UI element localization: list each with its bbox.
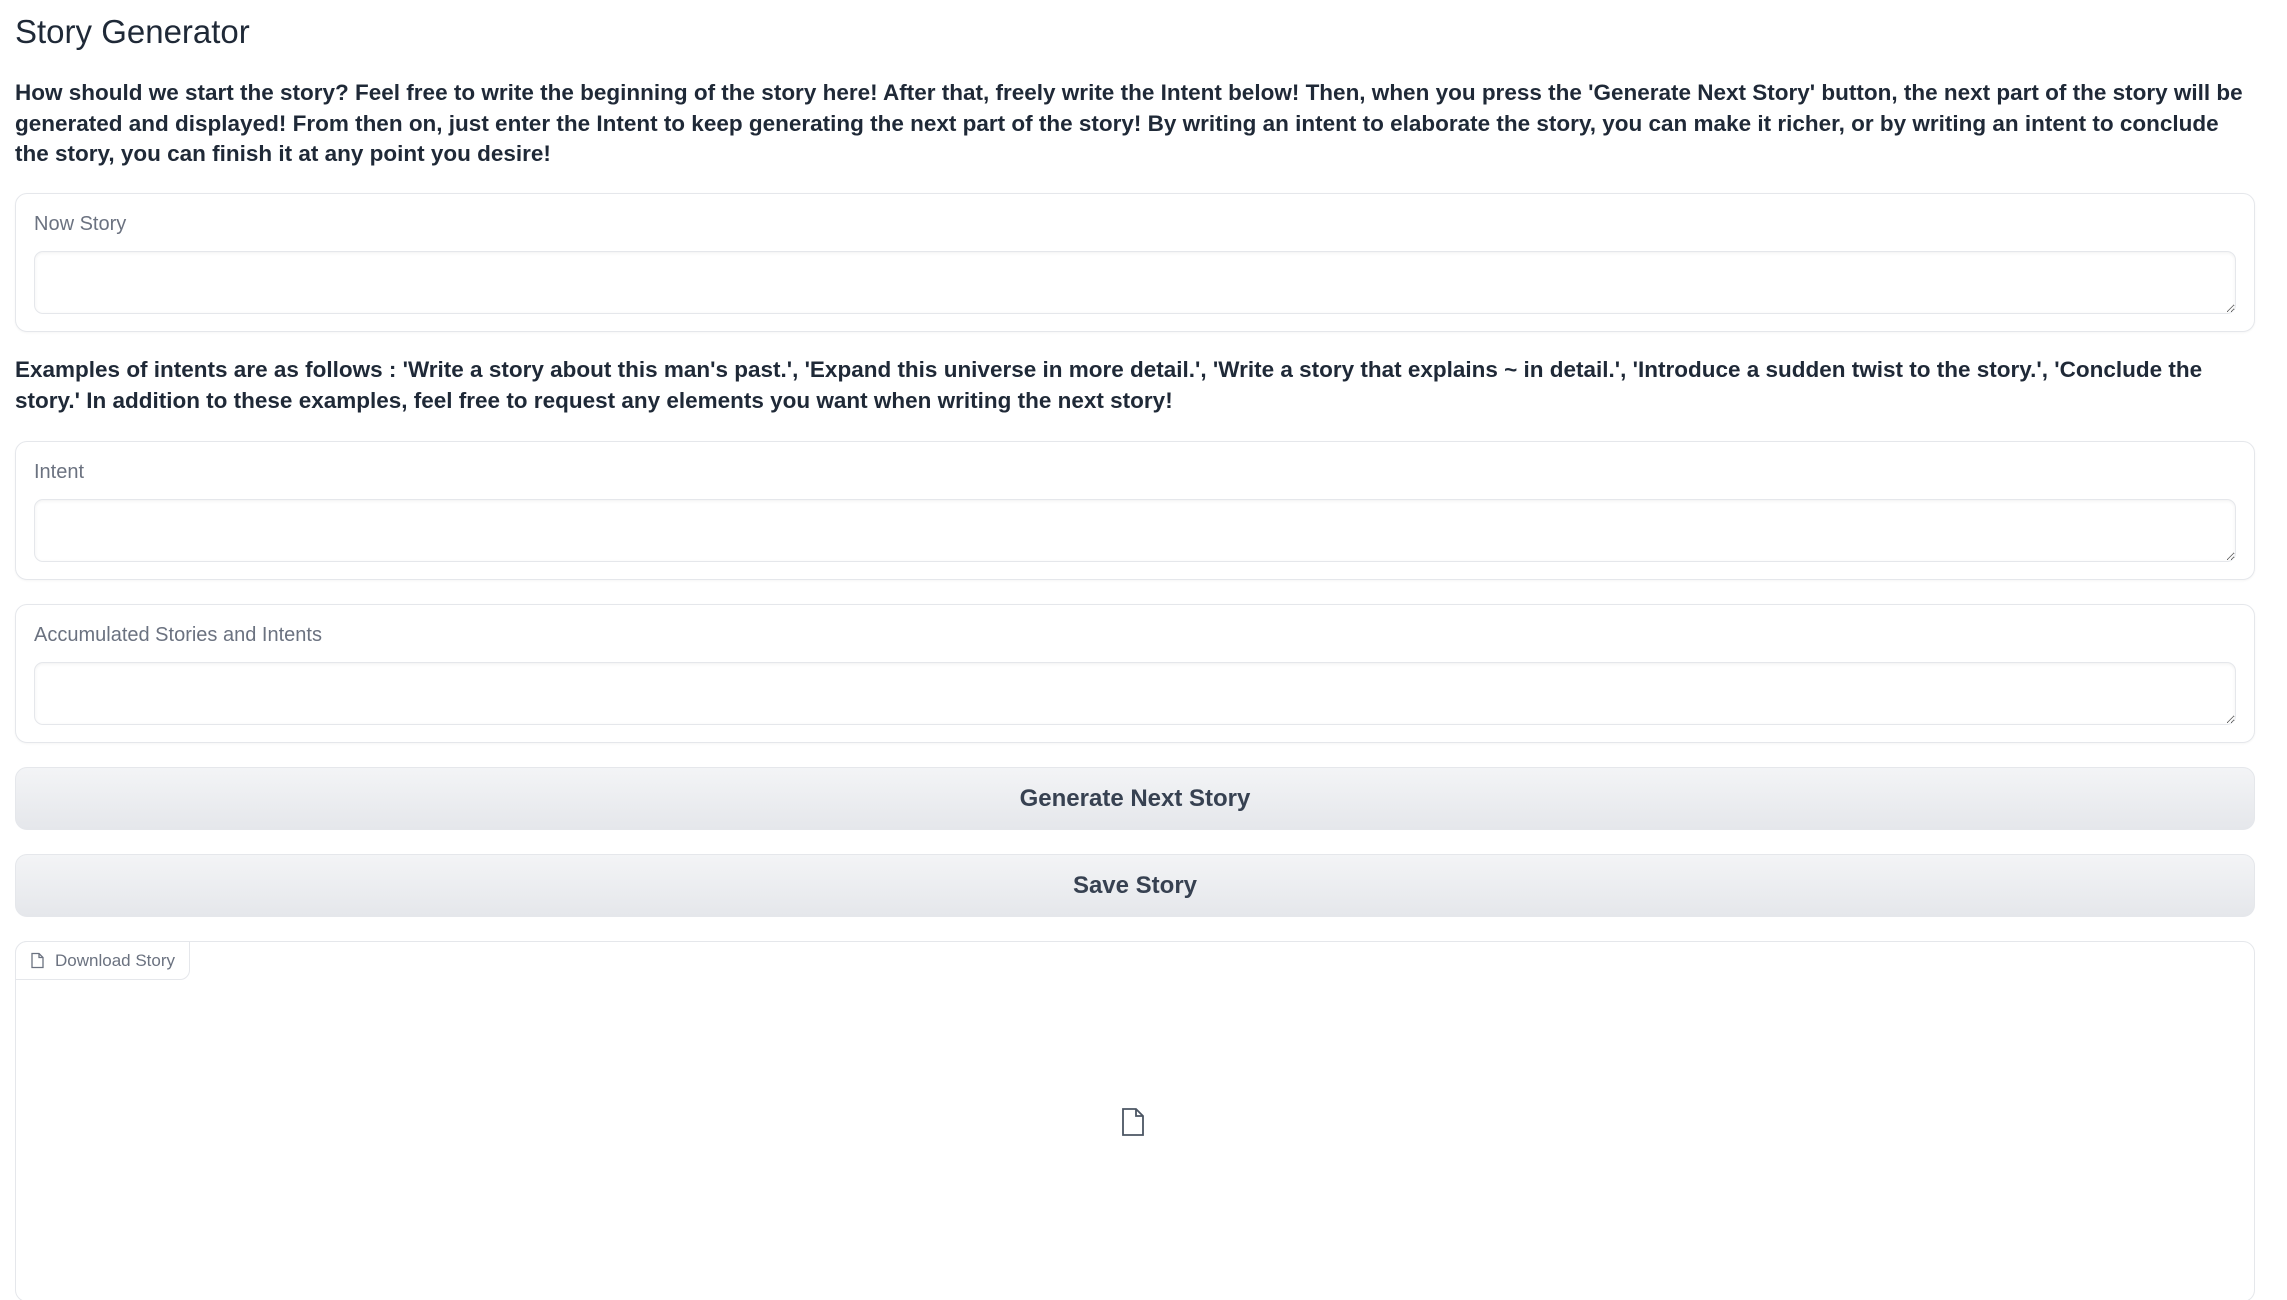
story-generator-page: Story Generator How should we start the … <box>0 0 2287 1300</box>
download-story-file-area[interactable]: Download Story <box>15 941 2255 1300</box>
intro-instructions: How should we start the story? Feel free… <box>15 80 2243 166</box>
file-icon <box>31 952 44 969</box>
generate-next-story-button[interactable]: Generate Next Story <box>15 767 2255 830</box>
intent-block: Intent <box>15 441 2255 580</box>
page-title: Story Generator <box>15 13 250 50</box>
accumulated-label: Accumulated Stories and Intents <box>34 624 322 646</box>
intent-examples-text: Examples of intents are as follows : 'Wr… <box>15 357 2203 413</box>
save-story-button[interactable]: Save Story <box>15 854 2255 917</box>
download-story-tab: Download Story <box>15 941 191 980</box>
intent-textarea[interactable] <box>34 499 2236 562</box>
accumulated-textarea[interactable] <box>34 662 2236 725</box>
accumulated-block: Accumulated Stories and Intents <box>15 604 2255 743</box>
now-story-label: Now Story <box>34 213 127 235</box>
file-icon <box>1122 1108 1144 1136</box>
intent-label: Intent <box>34 461 85 483</box>
now-story-textarea[interactable] <box>34 251 2236 314</box>
download-story-label: Download Story <box>55 950 176 970</box>
now-story-block: Now Story <box>15 193 2255 332</box>
